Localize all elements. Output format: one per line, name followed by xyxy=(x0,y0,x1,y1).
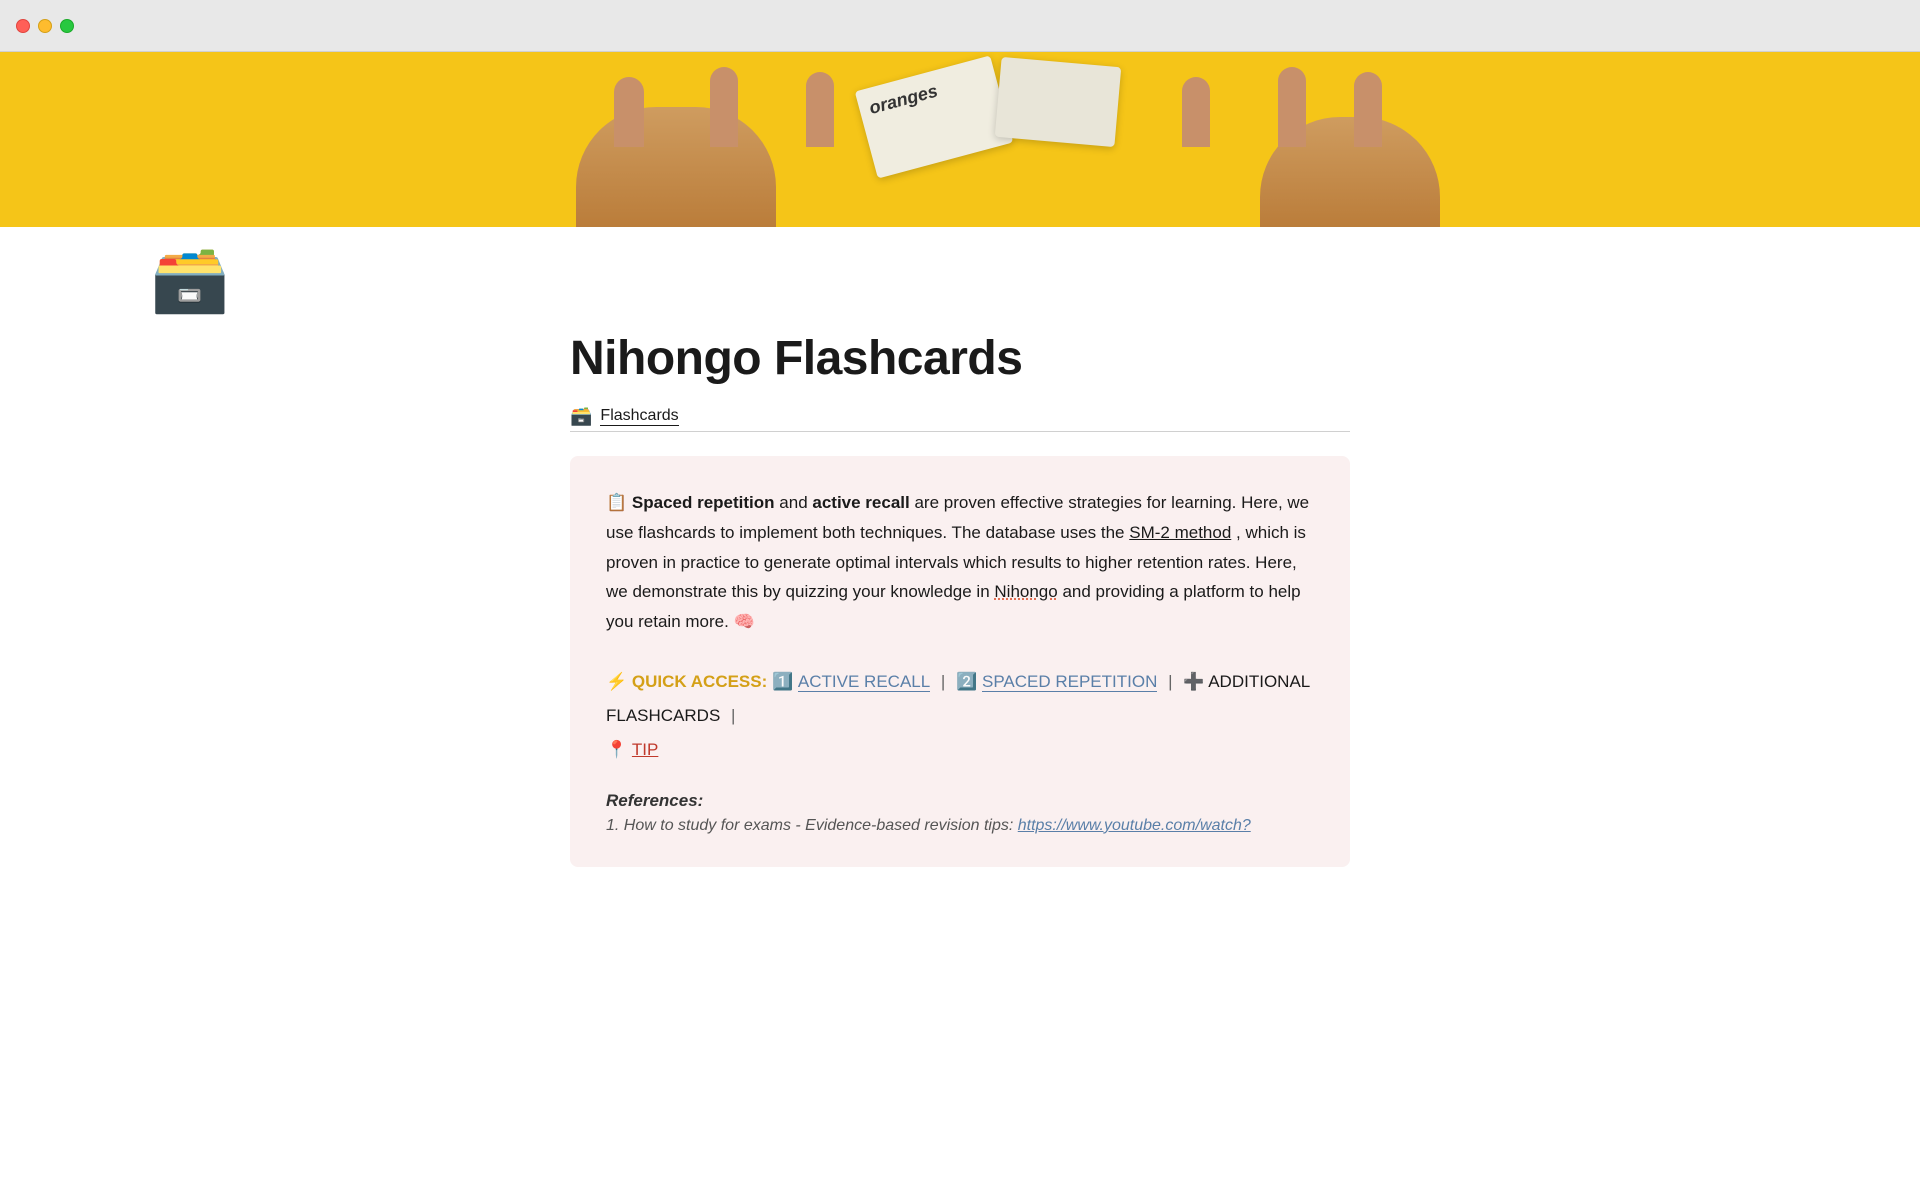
flashcard-visual-2 xyxy=(995,57,1122,147)
close-button[interactable] xyxy=(16,19,30,33)
and-text: and xyxy=(779,493,812,512)
breadcrumb-link[interactable]: Flashcards xyxy=(600,407,678,426)
minimize-button[interactable] xyxy=(38,19,52,33)
hero-illustration: oranges xyxy=(0,52,1920,227)
info-paragraph: 📋 Spaced repetition and active recall ar… xyxy=(606,488,1314,637)
page-icon-area: 🗃️ xyxy=(0,227,1920,311)
reference-item-1: 1. How to study for exams - Evidence-bas… xyxy=(606,817,1314,835)
traffic-lights xyxy=(16,19,74,33)
number-1-icon: 1️⃣ xyxy=(772,672,793,691)
content-area: Nihongo Flashcards 🗃️ Flashcards 📋 Space… xyxy=(410,311,1510,927)
references-title: References: xyxy=(606,791,1314,811)
nihongo-text: Nihongo xyxy=(994,582,1057,601)
spaced-repetition-link[interactable]: SPACED REPETITION xyxy=(982,672,1157,692)
page-icon: 🗃️ xyxy=(150,243,230,315)
window-chrome xyxy=(0,0,1920,52)
number-2-icon: 2️⃣ xyxy=(956,672,977,691)
quick-access-label: ⚡ QUICK ACCESS: xyxy=(606,672,767,691)
breadcrumb-icon: 🗃️ xyxy=(570,406,592,427)
hero-banner: oranges xyxy=(0,52,1920,227)
sm2-link[interactable]: SM-2 method xyxy=(1129,523,1231,542)
tip-link[interactable]: TIP xyxy=(632,740,658,759)
pin-icon: 📍 xyxy=(606,740,627,759)
clipboard-icon: 📋 xyxy=(606,493,627,512)
separator-1: | xyxy=(941,672,945,691)
separator-2: | xyxy=(1168,672,1172,691)
references-section: References: 1. How to study for exams - … xyxy=(606,791,1314,835)
page-title: Nihongo Flashcards xyxy=(570,331,1350,386)
spaced-repetition-text: Spaced repetition xyxy=(632,493,775,512)
reference-1-text: 1. How to study for exams - Evidence-bas… xyxy=(606,817,1018,834)
quick-access-section: ⚡ QUICK ACCESS: 1️⃣ ACTIVE RECALL | 2️⃣ … xyxy=(606,665,1314,767)
active-recall-text: active recall xyxy=(812,493,909,512)
info-box: 📋 Spaced repetition and active recall ar… xyxy=(570,456,1350,867)
reference-1-link[interactable]: https://www.youtube.com/watch? xyxy=(1018,817,1251,834)
active-recall-link[interactable]: ACTIVE RECALL xyxy=(798,672,930,692)
separator-3: | xyxy=(731,706,735,725)
breadcrumb: 🗃️ Flashcards xyxy=(570,406,1350,432)
fullscreen-button[interactable] xyxy=(60,19,74,33)
